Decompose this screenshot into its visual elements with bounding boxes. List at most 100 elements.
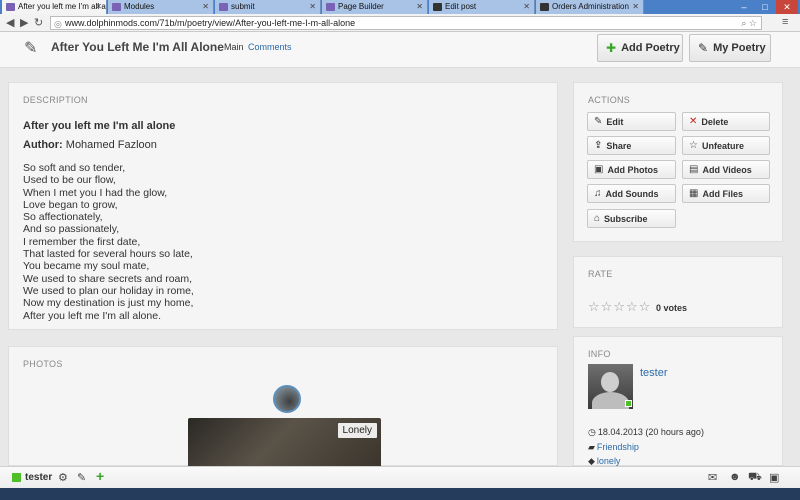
- member-toolbar: tester ⚙ ✎ + ✉ ☻ ⛟ ▣: [0, 466, 800, 488]
- author-link[interactable]: tester: [640, 367, 668, 379]
- tab-close-icon[interactable]: ✕: [309, 0, 316, 14]
- tag-icon: ⌂: [594, 213, 601, 224]
- edit-icon[interactable]: ✎: [77, 471, 86, 484]
- gear-icon[interactable]: ⚙: [58, 471, 68, 484]
- poem-line: We used to share secrets and roam,: [23, 272, 193, 285]
- description-section-title: DESCRIPTION: [23, 95, 88, 105]
- rate-section-title: RATE: [588, 269, 613, 279]
- browser-tabstrip: After you left me I'm all al ✕ Modules ✕…: [0, 0, 800, 14]
- rating-star-icon[interactable]: ☆: [601, 299, 614, 314]
- poem-line: After you left me I'm all alone.: [23, 309, 161, 322]
- poem-line: Love began to grow,: [23, 198, 118, 211]
- site-favicon-icon: [112, 3, 121, 11]
- add-photos-button[interactable]: ▣ Add Photos: [587, 160, 676, 179]
- clock-icon: ◷: [588, 427, 596, 437]
- url-input[interactable]: ◎ www.dolphinmods.com/71b/m/poetry/view/…: [50, 16, 762, 30]
- add-poetry-button[interactable]: ✚ Add Poetry: [597, 34, 683, 62]
- minimize-icon[interactable]: –: [734, 0, 754, 14]
- site-favicon-icon: [219, 3, 228, 11]
- rating-star-icon[interactable]: ☆: [626, 299, 639, 314]
- poem-line: So soft and so tender,: [23, 162, 126, 174]
- poem-author: Author: Mohamed Fazloon: [23, 139, 157, 151]
- rate-panel: RATE ☆☆☆☆☆ 0 votes: [573, 256, 783, 328]
- poem-line: You became my soul mate,: [23, 260, 150, 273]
- film-icon: ▤: [689, 164, 699, 175]
- rating-star-icon[interactable]: ☆: [588, 299, 601, 314]
- cart-icon[interactable]: ⛟: [748, 471, 762, 485]
- back-arrow-icon[interactable]: ◀: [6, 16, 14, 29]
- reload-icon[interactable]: ↻: [34, 16, 43, 29]
- address-bar-area: ◀ ▶ ↻ ◎ www.dolphinmods.com/71b/m/poetry…: [0, 14, 800, 32]
- info-panel: INFO tester ◷ 18.04.2013 (20 hours ago) ▰…: [573, 336, 783, 466]
- zoom-star-icons[interactable]: ⌕ ☆: [741, 17, 757, 29]
- browser-tab-orders[interactable]: Orders Administration ✕: [536, 0, 644, 14]
- photo-owner-avatar[interactable]: [273, 385, 301, 413]
- plus-icon[interactable]: +: [96, 468, 104, 484]
- member-username[interactable]: tester: [25, 472, 52, 483]
- subscribe-button[interactable]: ⌂ Subscribe: [587, 209, 676, 228]
- add-files-button[interactable]: ▦ Add Files: [682, 184, 770, 203]
- poem-line: When I met you I had the glow,: [23, 186, 168, 199]
- description-panel: DESCRIPTION After you left me I'm all al…: [8, 82, 558, 330]
- plus-icon: ✚: [606, 41, 617, 55]
- pencil-icon: ✎: [24, 40, 38, 57]
- poem-body: So soft and so tender, Used to be our fl…: [23, 162, 194, 322]
- photo-title: Lonely: [337, 423, 377, 438]
- wordpress-favicon-icon: [540, 3, 549, 11]
- edit-icon: ✎: [594, 116, 603, 127]
- actions-section-title: ACTIONS: [588, 95, 631, 105]
- my-poetry-button[interactable]: ✎ My Poetry: [689, 34, 771, 62]
- tab-close-icon[interactable]: ✕: [95, 0, 102, 14]
- category-link[interactable]: Friendship: [597, 442, 639, 452]
- site-favicon-icon: [326, 3, 335, 11]
- user-icon[interactable]: ☻: [729, 471, 741, 483]
- mail-icon[interactable]: ✉: [708, 471, 717, 484]
- author-avatar[interactable]: [588, 364, 633, 409]
- tab-close-icon[interactable]: ✕: [416, 0, 423, 14]
- posted-date: ◷ 18.04.2013 (20 hours ago): [588, 427, 704, 437]
- comments-link[interactable]: Comments: [248, 42, 292, 52]
- rating-star-icon[interactable]: ☆: [613, 299, 626, 314]
- member-status-icon: [12, 473, 21, 482]
- tab-close-icon[interactable]: ✕: [632, 0, 639, 14]
- add-sounds-button[interactable]: ♫ Add Sounds: [587, 184, 676, 203]
- poem-line: We used to plan our holiday in rome,: [23, 284, 194, 297]
- add-videos-button[interactable]: ▤ Add Videos: [682, 160, 770, 179]
- edit-button[interactable]: ✎ Edit: [587, 112, 676, 131]
- unfeature-button[interactable]: ☆ Unfeature: [682, 136, 770, 155]
- browser-tab-page-builder[interactable]: Page Builder ✕: [322, 0, 428, 14]
- actions-panel: ACTIONS ✎ Edit ✕ Delete ⇪ Share ☆ Unfeature …: [573, 82, 783, 242]
- main-link[interactable]: Main: [224, 42, 244, 52]
- poem-line: And so passionately,: [23, 223, 120, 236]
- rating-star-icon[interactable]: ☆: [639, 299, 652, 314]
- forward-arrow-icon[interactable]: ▶: [20, 16, 28, 29]
- tab-close-icon[interactable]: ✕: [202, 0, 209, 14]
- browser-tab-modules[interactable]: Modules ✕: [108, 0, 214, 14]
- globe-icon: ◎: [54, 19, 62, 29]
- category-line: ▰ Friendship: [588, 442, 639, 453]
- close-window-icon[interactable]: ✕: [776, 0, 798, 14]
- browser-tab-active[interactable]: After you left me I'm all al ✕: [2, 0, 107, 14]
- poem-heading: After you left me I'm all alone: [23, 120, 176, 132]
- music-icon: ♫: [594, 188, 602, 199]
- tab-close-icon[interactable]: ✕: [523, 0, 530, 14]
- tag-link[interactable]: lonely: [597, 456, 621, 466]
- share-button[interactable]: ⇪ Share: [587, 136, 676, 155]
- info-section-title: INFO: [588, 349, 611, 359]
- maximize-icon[interactable]: □: [755, 0, 775, 14]
- page-title: After You Left Me I'm All Alone: [51, 40, 224, 54]
- browser-tab-edit-post[interactable]: Edit post ✕: [429, 0, 535, 14]
- photo-thumbnail[interactable]: Lonely: [188, 418, 381, 470]
- photos-panel: PHOTOS Lonely: [8, 346, 558, 470]
- folder-icon: ▰: [588, 442, 595, 452]
- rating-stars[interactable]: ☆☆☆☆☆: [588, 299, 651, 315]
- delete-button[interactable]: ✕ Delete: [682, 112, 770, 131]
- page-header: ✎ After You Left Me I'm All Alone Main C…: [0, 32, 800, 68]
- poem-line: So affectionately,: [23, 211, 103, 224]
- browser-tab-submit[interactable]: submit ✕: [215, 0, 321, 14]
- wrench-menu-icon[interactable]: ≡: [782, 16, 788, 28]
- poem-line: Used to be our flow,: [23, 174, 116, 187]
- notifications-icon[interactable]: ▣: [769, 471, 779, 484]
- site-favicon-icon: [6, 3, 15, 11]
- poem-line: I remember the first date,: [23, 235, 141, 248]
